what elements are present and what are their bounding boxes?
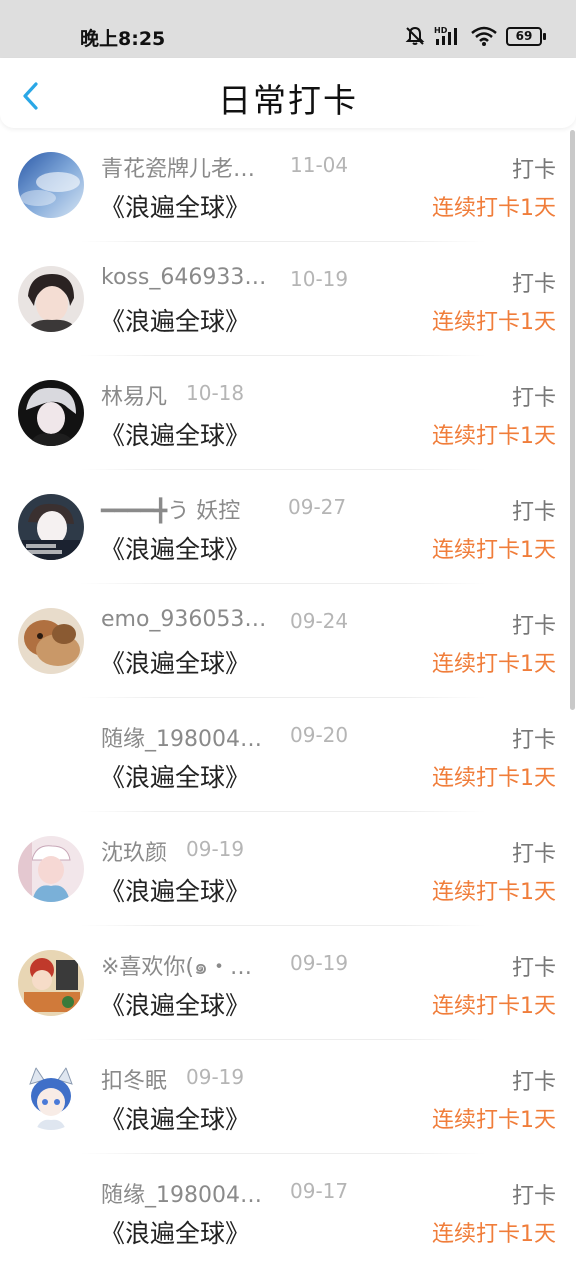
list-item[interactable]: ※喜欢你(๑・… 09-19 《浪遍全球》 打卡 连续打卡1天 — [0, 926, 576, 1040]
svg-text:HD: HD — [434, 26, 448, 35]
checkin-label: 打卡 — [511, 272, 556, 297]
list-item[interactable]: emo_936053… 09-24 《浪遍全球》 打卡 连续打卡1天 — [0, 584, 576, 698]
checkin-label: 打卡 — [511, 956, 556, 981]
streak-label: 连续打卡1天 — [432, 196, 556, 221]
list-item[interactable]: 沈玖颜 09-19 《浪遍全球》 打卡 连续打卡1天 — [0, 812, 576, 926]
book-title: 《浪遍全球》 — [100, 307, 251, 336]
checkin-date: 09-24 — [290, 609, 349, 633]
book-title: 《浪遍全球》 — [100, 991, 251, 1020]
list-item[interactable]: 林易凡 10-18 《浪遍全球》 打卡 连续打卡1天 — [0, 356, 576, 470]
streak-label: 连续打卡1天 — [432, 880, 556, 905]
avatar — [18, 380, 84, 446]
user-name: 青花瓷牌儿老… — [101, 157, 256, 182]
user-name: 沈玖颜 — [101, 841, 168, 866]
status-icons: HD 69 — [404, 22, 546, 50]
checkin-date: 09-19 — [290, 951, 349, 975]
avatar — [18, 152, 84, 218]
checkin-label: 打卡 — [511, 614, 556, 639]
avatar — [18, 608, 84, 674]
checkin-date: 10-18 — [186, 381, 245, 405]
list-item[interactable]: ━━━━╋う 妖控 09-27 《浪遍全球》 打卡 连续打卡1天 — [0, 470, 576, 584]
avatar — [18, 494, 84, 560]
checkin-date: 09-27 — [288, 495, 347, 519]
user-name: ━━━━╋う 妖控 — [101, 499, 241, 524]
list-item[interactable]: 青花瓷牌儿老… 11-04 《浪遍全球》 打卡 连续打卡1天 — [0, 128, 576, 242]
avatar — [18, 266, 84, 332]
battery-icon: 69 — [506, 26, 546, 46]
book-title: 《浪遍全球》 — [100, 1105, 251, 1134]
list-item[interactable]: koss_646933… 10-19 《浪遍全球》 打卡 连续打卡1天 — [0, 242, 576, 356]
book-title: 《浪遍全球》 — [100, 535, 251, 564]
user-name: emo_936053… — [101, 607, 267, 632]
user-name: 林易凡 — [101, 385, 168, 410]
book-title: 《浪遍全球》 — [100, 1219, 251, 1248]
checkin-date: 09-19 — [186, 837, 245, 861]
user-name: koss_646933… — [101, 265, 267, 290]
checkin-date: 11-04 — [290, 153, 349, 177]
streak-label: 连续打卡1天 — [432, 994, 556, 1019]
book-title: 《浪遍全球》 — [100, 763, 251, 792]
streak-label: 连续打卡1天 — [432, 424, 556, 449]
avatar — [18, 1064, 84, 1130]
book-title: 《浪遍全球》 — [100, 193, 251, 222]
user-name: 扣冬眠 — [101, 1069, 168, 1094]
list-item[interactable]: 随缘_198004… 09-20 《浪遍全球》 打卡 连续打卡1天 — [0, 698, 576, 812]
streak-label: 连续打卡1天 — [432, 652, 556, 677]
checkin-date: 09-19 — [186, 1065, 245, 1089]
page-title: 日常打卡 — [218, 81, 358, 120]
checkin-label: 打卡 — [511, 158, 556, 183]
checkin-label: 打卡 — [511, 728, 556, 753]
streak-label: 连续打卡1天 — [432, 1222, 556, 1247]
list-item[interactable]: 扣冬眠 09-19 《浪遍全球》 打卡 连续打卡1天 — [0, 1040, 576, 1154]
checkin-label: 打卡 — [511, 386, 556, 411]
user-name: 随缘_198004… — [101, 727, 262, 752]
wifi-icon — [471, 26, 497, 46]
user-name: 随缘_198004… — [101, 1183, 262, 1208]
avatar — [18, 950, 84, 1016]
book-title: 《浪遍全球》 — [100, 421, 251, 450]
checkin-date: 09-17 — [290, 1179, 349, 1203]
user-name: ※喜欢你(๑・… — [101, 955, 252, 980]
checkin-date: 09-20 — [290, 723, 349, 747]
status-bar: 晚上8:25 HD 69 — [0, 0, 576, 58]
streak-label: 连续打卡1天 — [432, 310, 556, 335]
list-item[interactable]: 随缘_198004… 09-17 《浪遍全球》 打卡 连续打卡1天 — [0, 1154, 576, 1268]
signal-icon: HD — [434, 26, 457, 45]
app-header: 日常打卡 — [0, 58, 576, 128]
checkin-list: 青花瓷牌儿老… 11-04 《浪遍全球》 打卡 连续打卡1天 koss_6469… — [0, 128, 576, 1280]
streak-label: 连续打卡1天 — [432, 1108, 556, 1133]
status-time: 晚上8:25 — [80, 28, 166, 50]
battery-level: 69 — [506, 26, 542, 46]
checkin-label: 打卡 — [511, 1184, 556, 1209]
mute-bell-icon — [405, 26, 425, 45]
streak-label: 连续打卡1天 — [432, 538, 556, 563]
streak-label: 连续打卡1天 — [432, 766, 556, 791]
checkin-label: 打卡 — [511, 842, 556, 867]
book-title: 《浪遍全球》 — [100, 877, 251, 906]
checkin-label: 打卡 — [511, 1070, 556, 1095]
avatar — [18, 836, 84, 902]
checkin-label: 打卡 — [511, 500, 556, 525]
checkin-date: 10-19 — [290, 267, 349, 291]
book-title: 《浪遍全球》 — [100, 649, 251, 678]
